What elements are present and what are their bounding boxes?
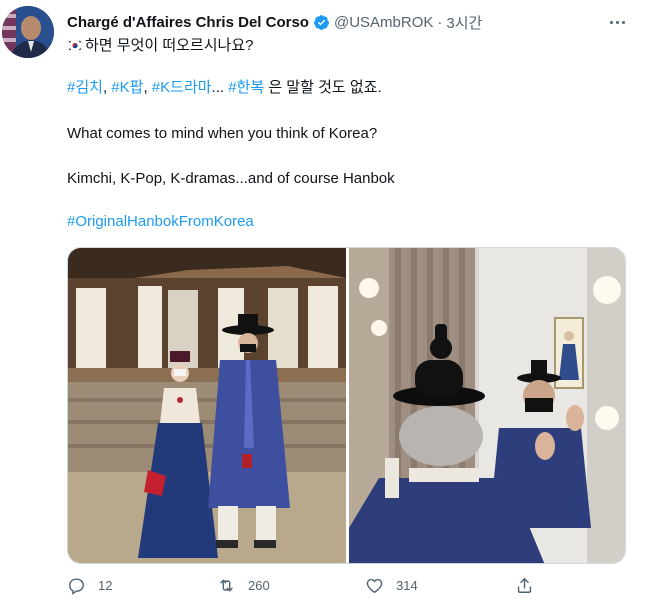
hanbok-couple-photo[interactable] [68,248,346,563]
share-button[interactable] [515,576,534,595]
media-grid [67,247,626,564]
heart-icon [365,576,384,595]
hashtag-link[interactable]: #K팝 [111,79,143,96]
hashtag-link[interactable]: #K드라마 [152,79,212,96]
avatar[interactable] [2,6,54,58]
hashtag-link[interactable]: #한복 [228,79,264,96]
line1-text: 하면 무엇이 떠오르시나요? [85,37,254,54]
handle[interactable]: @USAmbROK [334,14,433,31]
like-count: 314 [396,578,418,593]
tweet-actions: 12 260 314 [67,576,537,600]
tweet-text-hashtags: #김치, #K팝, #K드라마... #한복 은 말할 것도 없죠. [67,78,382,98]
reply-icon [67,576,86,595]
hashtag-link[interactable]: #OriginalHanbokFromKorea [67,213,254,230]
like-button[interactable]: 314 [365,576,418,595]
separator-dot: · [437,13,443,31]
tweet-header: Chargé d'Affaires Chris Del Corso @USAmb… [67,12,482,32]
english-question: What comes to mind when you think of Kor… [67,125,378,142]
south-korea-flag-icon [66,37,84,52]
reply-count: 12 [98,578,113,593]
hashtags-tail-text: 은 말할 것도 없죠. [264,79,382,96]
share-icon [515,576,534,595]
more-dots-icon[interactable] [605,10,629,34]
retweet-count: 260 [248,578,270,593]
final-hashtag-line: #OriginalHanbokFromKorea [67,212,254,232]
hashtag-separator: ... [211,79,229,96]
mirror-selfie-photo[interactable] [349,248,625,563]
display-name[interactable]: Chargé d'Affaires Chris Del Corso [67,14,309,31]
tweet: Chargé d'Affaires Chris Del Corso @USAmb… [0,0,647,606]
tweet-text-line-1: 하면 무엇이 떠오르시나요? [66,36,254,56]
timestamp[interactable]: 3시간 [446,12,482,33]
hashtag-separator: , [143,79,152,96]
retweet-button[interactable]: 260 [217,576,270,595]
hashtag-link[interactable]: #김치 [67,79,103,96]
reply-button[interactable]: 12 [67,576,112,595]
verified-badge-icon [313,14,330,31]
retweet-icon [217,576,236,595]
english-answer: Kimchi, K-Pop, K-dramas...and of course … [67,170,395,187]
